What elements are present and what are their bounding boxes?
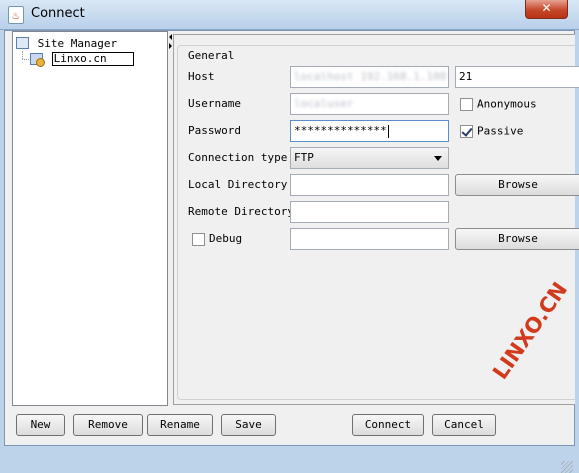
passive-checkbox-box[interactable] [460, 124, 473, 138]
cancel-button[interactable]: Cancel [432, 414, 496, 436]
password-label: Password [188, 124, 241, 137]
new-button[interactable]: New [16, 414, 65, 436]
chevron-down-icon [434, 156, 442, 161]
close-button[interactable]: ✕ [525, 0, 568, 19]
collapse-left-icon[interactable] [169, 34, 172, 40]
rename-button[interactable]: Rename [147, 414, 213, 436]
save-button[interactable]: Save [221, 414, 276, 436]
passive-checkbox[interactable]: Passive [460, 124, 523, 138]
resize-grip-icon[interactable] [561, 461, 573, 473]
password-input[interactable]: ************** [290, 120, 449, 142]
anonymous-checkbox-box[interactable] [460, 97, 473, 111]
tree-item-site-manager[interactable]: Site Manager [16, 36, 117, 50]
local-browse-button[interactable]: Browse [455, 174, 579, 196]
window-title: Connect [31, 6, 85, 21]
debug-checkbox-box[interactable] [192, 232, 205, 246]
debug-input[interactable] [290, 228, 449, 250]
local-directory-label: Local Directory [188, 178, 288, 191]
remote-directory-input[interactable] [290, 201, 449, 223]
site-icon [30, 53, 45, 67]
site-tree[interactable]: Site Manager Linxo.cn [12, 31, 168, 406]
collapse-right-icon[interactable] [169, 43, 172, 49]
remove-button[interactable]: Remove [73, 414, 143, 436]
passive-label: Passive [477, 124, 524, 138]
tree-item-label: Linxo.cn [51, 52, 134, 66]
tree-item-site[interactable]: Linxo.cn [30, 52, 134, 67]
connect-button[interactable]: Connect [352, 414, 424, 436]
title-bar: ♨ Connect ✕ [0, 0, 579, 30]
connection-type-label: Connection type [188, 151, 288, 164]
dialog-client: Site Manager Linxo.cn General Host local… [4, 30, 579, 473]
debug-label: Debug [209, 232, 243, 245]
username-input[interactable]: localuser [290, 93, 449, 115]
anonymous-label: Anonymous [477, 97, 537, 111]
username-label: Username [188, 97, 241, 110]
remote-directory-label: Remote Directory [188, 205, 294, 218]
tree-root-label: Site Manager [37, 36, 118, 50]
local-directory-input[interactable] [290, 174, 449, 196]
host-label: Host [188, 70, 215, 83]
debug-browse-button[interactable]: Browse [455, 228, 579, 250]
tree-connector [22, 59, 29, 60]
debug-checkbox[interactable]: Debug [192, 232, 242, 246]
connection-type-value: FTP [294, 151, 314, 164]
tree-connector [22, 51, 23, 59]
anonymous-checkbox[interactable]: Anonymous [460, 97, 537, 111]
text-caret [387, 124, 389, 138]
site-manager-icon [16, 37, 29, 49]
port-input[interactable]: 21 [455, 66, 579, 88]
connection-type-select[interactable]: FTP [290, 147, 449, 169]
group-title: General [186, 49, 237, 62]
host-input[interactable]: localhost 192.168.1.100 [290, 66, 449, 88]
java-cup-icon: ♨ [8, 6, 24, 24]
